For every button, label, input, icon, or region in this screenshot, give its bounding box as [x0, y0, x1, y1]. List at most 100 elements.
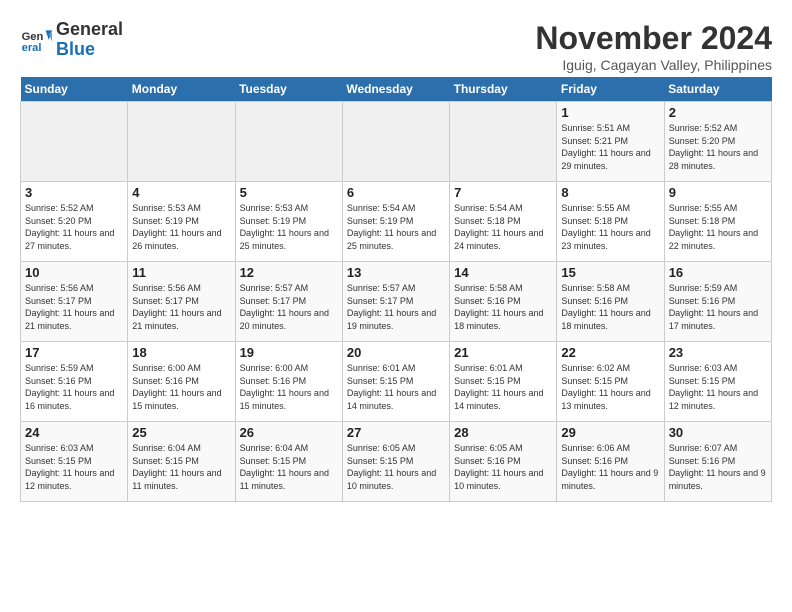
day-info: Sunrise: 6:03 AMSunset: 5:15 PMDaylight:…: [669, 362, 767, 412]
day-number: 22: [561, 345, 659, 360]
calendar-cell: 13Sunrise: 5:57 AMSunset: 5:17 PMDayligh…: [342, 262, 449, 342]
day-number: 24: [25, 425, 123, 440]
day-header-friday: Friday: [557, 77, 664, 102]
title-section: November 2024 Iguig, Cagayan Valley, Phi…: [535, 20, 772, 73]
svg-text:eral: eral: [22, 42, 42, 54]
day-info: Sunrise: 5:53 AMSunset: 5:19 PMDaylight:…: [240, 202, 338, 252]
calendar-cell: 8Sunrise: 5:55 AMSunset: 5:18 PMDaylight…: [557, 182, 664, 262]
calendar-week-row: 24 Sunrise: 6:03 AMSunset: 5:15 PMDayligh…: [21, 422, 772, 502]
day-info: Sunrise: 5:54 AMSunset: 5:18 PMDaylight:…: [454, 202, 552, 252]
day-number: 3: [25, 185, 123, 200]
day-number: 9: [669, 185, 767, 200]
day-header-thursday: Thursday: [450, 77, 557, 102]
day-number: 30: [669, 425, 767, 440]
calendar-cell: 12 Sunrise: 5:57 AMSunset: 5:17 PMDayligh…: [235, 262, 342, 342]
day-header-monday: Monday: [128, 77, 235, 102]
day-header-sunday: Sunday: [21, 77, 128, 102]
day-number: 5: [240, 185, 338, 200]
day-number: 28: [454, 425, 552, 440]
day-info: Sunrise: 6:05 AMSunset: 5:15 PMDaylight:…: [347, 442, 445, 492]
calendar-cell: 17Sunrise: 5:59 AMSunset: 5:16 PMDayligh…: [21, 342, 128, 422]
day-info: Sunrise: 6:00 AMSunset: 5:16 PMDaylight:…: [132, 362, 230, 412]
day-info: Sunrise: 6:03 AMSunset: 5:15 PMDaylight:…: [25, 442, 123, 492]
calendar-cell: 14 Sunrise: 5:58 AMSunset: 5:16 PMDayligh…: [450, 262, 557, 342]
day-info: Sunrise: 5:57 AMSunset: 5:17 PMDaylight:…: [240, 282, 338, 332]
month-title: November 2024: [535, 20, 772, 57]
calendar-header-row: SundayMondayTuesdayWednesdayThursdayFrid…: [21, 77, 772, 102]
day-info: Sunrise: 5:58 AMSunset: 5:16 PMDaylight:…: [454, 282, 552, 332]
calendar-cell: 28 Sunrise: 6:05 AMSunset: 5:16 PMDayligh…: [450, 422, 557, 502]
day-number: 26: [240, 425, 338, 440]
day-info: Sunrise: 5:56 AMSunset: 5:17 PMDaylight:…: [132, 282, 230, 332]
day-number: 6: [347, 185, 445, 200]
calendar-cell: 24 Sunrise: 6:03 AMSunset: 5:15 PMDayligh…: [21, 422, 128, 502]
svg-text:Gen: Gen: [22, 31, 44, 43]
day-number: 18: [132, 345, 230, 360]
day-info: Sunrise: 6:06 AMSunset: 5:16 PMDaylight:…: [561, 442, 659, 492]
day-number: 15: [561, 265, 659, 280]
day-header-wednesday: Wednesday: [342, 77, 449, 102]
day-number: 12: [240, 265, 338, 280]
day-number: 14: [454, 265, 552, 280]
day-info: Sunrise: 6:04 AMSunset: 5:15 PMDaylight:…: [240, 442, 338, 492]
day-info: Sunrise: 6:01 AMSunset: 5:15 PMDaylight:…: [454, 362, 552, 412]
calendar-cell: 29 Sunrise: 6:06 AMSunset: 5:16 PMDayligh…: [557, 422, 664, 502]
calendar-table: SundayMondayTuesdayWednesdayThursdayFrid…: [20, 77, 772, 502]
location-subtitle: Iguig, Cagayan Valley, Philippines: [535, 57, 772, 73]
day-number: 29: [561, 425, 659, 440]
day-number: 2: [669, 105, 767, 120]
day-info: Sunrise: 5:51 AMSunset: 5:21 PMDaylight:…: [561, 122, 659, 172]
calendar-cell: [342, 102, 449, 182]
day-info: Sunrise: 5:52 AMSunset: 5:20 PMDaylight:…: [669, 122, 767, 172]
day-number: 7: [454, 185, 552, 200]
calendar-cell: [128, 102, 235, 182]
day-info: Sunrise: 5:59 AMSunset: 5:16 PMDaylight:…: [25, 362, 123, 412]
day-number: 16: [669, 265, 767, 280]
calendar-cell: 23 Sunrise: 6:03 AMSunset: 5:15 PMDayligh…: [664, 342, 771, 422]
day-info: Sunrise: 6:04 AMSunset: 5:15 PMDaylight:…: [132, 442, 230, 492]
day-number: 19: [240, 345, 338, 360]
day-number: 10: [25, 265, 123, 280]
day-info: Sunrise: 5:53 AMSunset: 5:19 PMDaylight:…: [132, 202, 230, 252]
calendar-cell: 15 Sunrise: 5:58 AMSunset: 5:16 PMDayligh…: [557, 262, 664, 342]
day-header-tuesday: Tuesday: [235, 77, 342, 102]
day-number: 23: [669, 345, 767, 360]
calendar-cell: 7 Sunrise: 5:54 AMSunset: 5:18 PMDaylight…: [450, 182, 557, 262]
day-number: 25: [132, 425, 230, 440]
calendar-cell: 16 Sunrise: 5:59 AMSunset: 5:16 PMDayligh…: [664, 262, 771, 342]
calendar-cell: 2 Sunrise: 5:52 AMSunset: 5:20 PMDaylight…: [664, 102, 771, 182]
calendar-cell: 20Sunrise: 6:01 AMSunset: 5:15 PMDayligh…: [342, 342, 449, 422]
calendar-cell: 1Sunrise: 5:51 AMSunset: 5:21 PMDaylight…: [557, 102, 664, 182]
page-header: Gen eral General Blue November 2024 Igui…: [20, 20, 772, 73]
calendar-cell: 6Sunrise: 5:54 AMSunset: 5:19 PMDaylight…: [342, 182, 449, 262]
calendar-week-row: 3 Sunrise: 5:52 AMSunset: 5:20 PMDaylight…: [21, 182, 772, 262]
calendar-cell: 22Sunrise: 6:02 AMSunset: 5:15 PMDayligh…: [557, 342, 664, 422]
logo-icon: Gen eral: [20, 24, 52, 56]
day-info: Sunrise: 5:58 AMSunset: 5:16 PMDaylight:…: [561, 282, 659, 332]
day-number: 27: [347, 425, 445, 440]
calendar-cell: 25 Sunrise: 6:04 AMSunset: 5:15 PMDayligh…: [128, 422, 235, 502]
logo: Gen eral General Blue: [20, 20, 123, 60]
calendar-cell: 27 Sunrise: 6:05 AMSunset: 5:15 PMDayligh…: [342, 422, 449, 502]
day-info: Sunrise: 6:05 AMSunset: 5:16 PMDaylight:…: [454, 442, 552, 492]
calendar-cell: 9 Sunrise: 5:55 AMSunset: 5:18 PMDaylight…: [664, 182, 771, 262]
calendar-week-row: 10 Sunrise: 5:56 AMSunset: 5:17 PMDayligh…: [21, 262, 772, 342]
calendar-cell: 3 Sunrise: 5:52 AMSunset: 5:20 PMDaylight…: [21, 182, 128, 262]
day-info: Sunrise: 5:59 AMSunset: 5:16 PMDaylight:…: [669, 282, 767, 332]
calendar-cell: [21, 102, 128, 182]
day-info: Sunrise: 5:55 AMSunset: 5:18 PMDaylight:…: [669, 202, 767, 252]
day-number: 4: [132, 185, 230, 200]
day-info: Sunrise: 5:55 AMSunset: 5:18 PMDaylight:…: [561, 202, 659, 252]
calendar-cell: [450, 102, 557, 182]
calendar-cell: 30Sunrise: 6:07 AMSunset: 5:16 PMDayligh…: [664, 422, 771, 502]
calendar-cell: 21Sunrise: 6:01 AMSunset: 5:15 PMDayligh…: [450, 342, 557, 422]
day-number: 20: [347, 345, 445, 360]
calendar-cell: 4 Sunrise: 5:53 AMSunset: 5:19 PMDaylight…: [128, 182, 235, 262]
calendar-cell: 11 Sunrise: 5:56 AMSunset: 5:17 PMDayligh…: [128, 262, 235, 342]
day-number: 13: [347, 265, 445, 280]
calendar-cell: 18 Sunrise: 6:00 AMSunset: 5:16 PMDayligh…: [128, 342, 235, 422]
day-info: Sunrise: 5:56 AMSunset: 5:17 PMDaylight:…: [25, 282, 123, 332]
calendar-cell: 10 Sunrise: 5:56 AMSunset: 5:17 PMDayligh…: [21, 262, 128, 342]
day-number: 11: [132, 265, 230, 280]
day-info: Sunrise: 5:52 AMSunset: 5:20 PMDaylight:…: [25, 202, 123, 252]
